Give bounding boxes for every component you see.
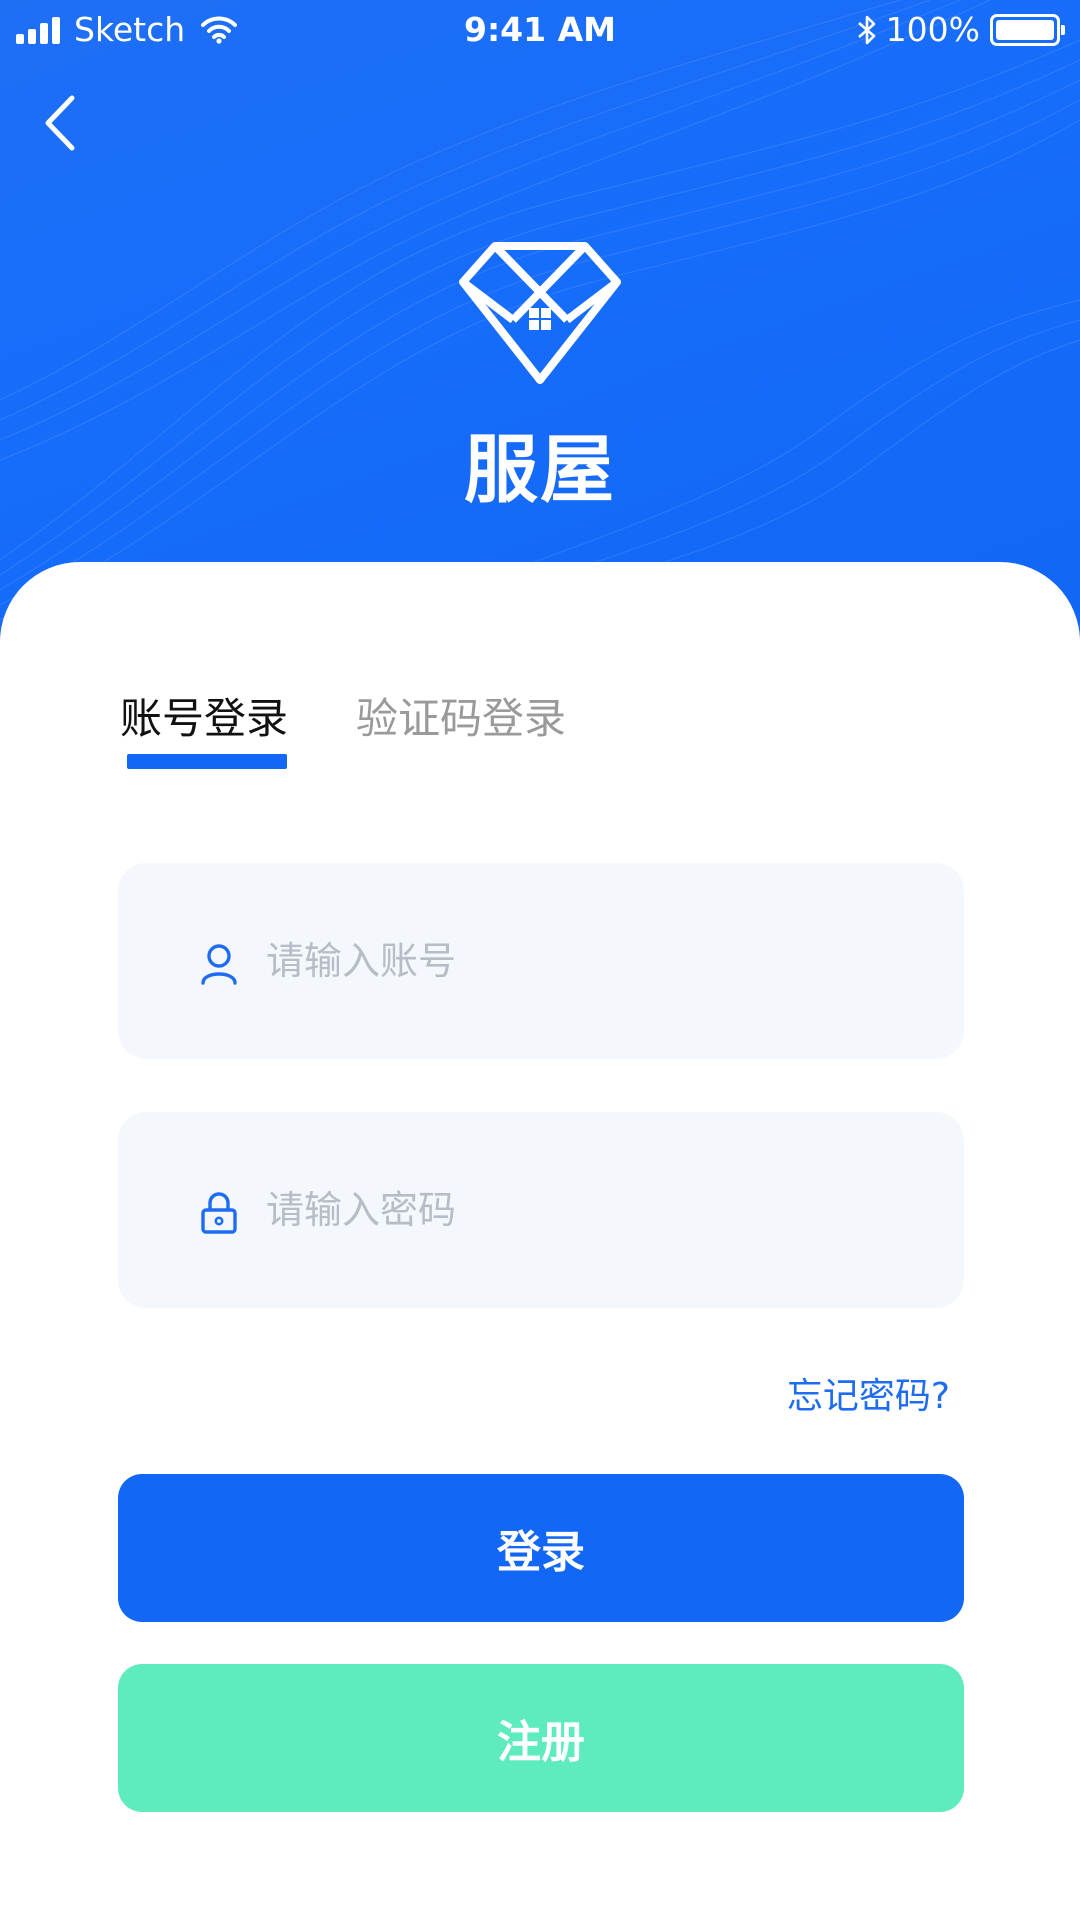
bluetooth-icon xyxy=(857,15,875,44)
tab-account-login[interactable]: 账号登录 xyxy=(120,685,288,746)
lock-icon xyxy=(201,1192,237,1234)
back-icon[interactable] xyxy=(38,90,88,156)
login-button[interactable]: 登录 xyxy=(118,1474,964,1622)
active-tab-indicator xyxy=(127,754,287,769)
battery-icon xyxy=(990,13,1065,46)
app-name: 服屋 xyxy=(464,427,616,513)
account-field xyxy=(118,863,964,1059)
diamond-house-logo xyxy=(459,242,621,384)
status-right: 100% xyxy=(856,10,1065,49)
header-banner: Sketch 9:41 AM 100% 服屋 xyxy=(0,0,1080,660)
password-field xyxy=(118,1112,964,1308)
forgot-password-link[interactable]: 忘记密码? xyxy=(787,1367,950,1419)
tab-code-login[interactable]: 验证码登录 xyxy=(356,685,566,746)
user-icon xyxy=(201,944,237,985)
account-input[interactable] xyxy=(266,931,886,991)
status-bar: Sketch 9:41 AM 100% xyxy=(0,0,1080,60)
battery-percent: 100% xyxy=(885,10,980,49)
register-button[interactable]: 注册 xyxy=(118,1664,964,1812)
password-input[interactable] xyxy=(266,1180,886,1240)
